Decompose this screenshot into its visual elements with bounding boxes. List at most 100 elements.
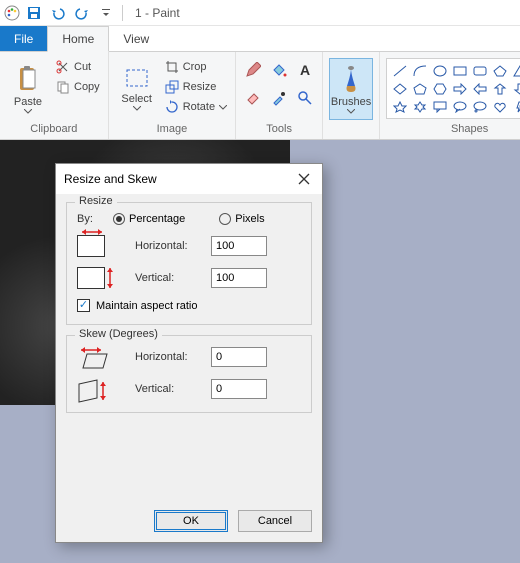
close-icon [298, 173, 310, 185]
skew-legend: Skew (Degrees) [75, 328, 162, 340]
pixels-label: Pixels [235, 213, 264, 225]
eraser-tool-icon[interactable] [242, 86, 264, 110]
resize-v-label: Vertical: [135, 272, 201, 284]
shape-triangle-icon[interactable] [511, 63, 520, 78]
separator [122, 5, 123, 21]
radio-icon [219, 213, 231, 225]
radio-icon [113, 213, 125, 225]
cut-button[interactable]: Cut [54, 58, 102, 76]
select-label: Select [121, 93, 152, 105]
shape-heart-icon[interactable] [491, 99, 508, 114]
maintain-aspect-label: Maintain aspect ratio [96, 300, 198, 312]
text-tool-icon[interactable]: A [294, 58, 316, 82]
title-bar: 1 - Paint [0, 0, 520, 26]
shape-hexagon-icon[interactable] [431, 81, 448, 96]
by-label: By: [77, 213, 103, 225]
maintain-aspect-checkbox[interactable] [77, 299, 90, 312]
rotate-icon [165, 100, 179, 114]
svg-text:A: A [300, 62, 310, 78]
resize-fieldset: Resize By: Percentage Pixels Horizonta [66, 202, 312, 325]
group-image-label: Image [157, 121, 188, 137]
shape-pentagon-icon[interactable] [411, 81, 428, 96]
ok-button[interactable]: OK [154, 510, 228, 532]
tab-view[interactable]: View [109, 26, 163, 51]
crop-icon [165, 60, 179, 74]
resize-horizontal-input[interactable] [211, 236, 267, 256]
chevron-down-icon [347, 109, 355, 114]
window-title: 1 - Paint [135, 6, 180, 20]
shape-curve-icon[interactable] [411, 63, 428, 78]
dialog-titlebar[interactable]: Resize and Skew [56, 164, 322, 194]
tab-home[interactable]: Home [47, 26, 109, 52]
redo-icon[interactable] [72, 3, 92, 23]
skew-vertical-input[interactable] [211, 379, 267, 399]
ribbon: Paste Cut Copy Clipboard Select [0, 52, 520, 140]
shapes-gallery[interactable] [386, 58, 520, 119]
shape-star6-icon[interactable] [411, 99, 428, 114]
skew-fieldset: Skew (Degrees) Horizontal: [66, 335, 312, 413]
paste-button[interactable]: Paste [6, 58, 50, 120]
group-image: Select Crop Resize Rotate Image [109, 52, 236, 139]
close-button[interactable] [294, 169, 314, 189]
chevron-down-icon [133, 106, 141, 111]
shape-arrow-l-icon[interactable] [471, 81, 488, 96]
save-icon[interactable] [24, 3, 44, 23]
resize-h-label: Horizontal: [135, 240, 201, 252]
rotate-label: Rotate [183, 101, 215, 113]
shape-arrow-u-icon[interactable] [491, 81, 508, 96]
group-tools: A Tools [236, 52, 323, 139]
qat-customize-icon[interactable] [96, 3, 116, 23]
shape-arrow-d-icon[interactable] [511, 81, 520, 96]
group-shapes: Shapes [380, 52, 520, 139]
pencil-tool-icon[interactable] [242, 58, 264, 82]
shape-rect-icon[interactable] [451, 63, 468, 78]
magnifier-tool-icon[interactable] [294, 86, 316, 110]
shape-callout-oval-icon[interactable] [451, 99, 468, 114]
cancel-button[interactable]: Cancel [238, 510, 312, 532]
percentage-radio[interactable]: Percentage [113, 213, 185, 225]
resize-button[interactable]: Resize [163, 78, 229, 96]
shape-star5-icon[interactable] [391, 99, 408, 114]
shape-oval-icon[interactable] [431, 63, 448, 78]
fill-tool-icon[interactable] [268, 58, 290, 82]
shape-arrow-r-icon[interactable] [451, 81, 468, 96]
group-clipboard-label: Clipboard [30, 121, 77, 137]
shape-diamond-icon[interactable] [391, 81, 408, 96]
resize-vertical-icon [77, 267, 105, 289]
skew-horizontal-input[interactable] [211, 347, 267, 367]
paste-label: Paste [14, 96, 42, 108]
shape-callout-cloud-icon[interactable] [471, 99, 488, 114]
percentage-label: Percentage [129, 213, 185, 225]
shape-line-icon[interactable] [391, 63, 408, 78]
crop-label: Crop [183, 61, 207, 73]
skew-v-label: Vertical: [135, 383, 201, 395]
crop-button[interactable]: Crop [163, 58, 229, 76]
select-button[interactable]: Select [115, 58, 159, 120]
group-shapes-label: Shapes [451, 121, 488, 137]
pixels-radio[interactable]: Pixels [219, 213, 264, 225]
skew-horizontal-icon [77, 346, 105, 368]
resize-vertical-input[interactable] [211, 268, 267, 288]
group-tools-label: Tools [266, 121, 292, 137]
app-icon [4, 5, 20, 21]
shape-lightning-icon[interactable] [511, 99, 520, 114]
picker-tool-icon[interactable] [268, 86, 290, 110]
brushes-button[interactable]: Brushes [329, 58, 373, 120]
shape-callout-rect-icon[interactable] [431, 99, 448, 114]
group-clipboard: Paste Cut Copy Clipboard [0, 52, 109, 139]
shape-polygon-icon[interactable] [491, 63, 508, 78]
resize-icon [165, 80, 179, 94]
undo-icon[interactable] [48, 3, 68, 23]
skew-h-label: Horizontal: [135, 351, 201, 363]
chevron-down-icon [24, 109, 32, 114]
tab-file[interactable]: File [0, 26, 47, 51]
ribbon-tabs: File Home View [0, 26, 520, 52]
copy-button[interactable]: Copy [54, 78, 102, 96]
brushes-label: Brushes [331, 96, 371, 108]
resize-horizontal-icon [77, 235, 105, 257]
group-brushes: Brushes [323, 52, 380, 139]
chevron-down-icon [219, 105, 227, 110]
copy-icon [56, 80, 70, 94]
shape-roundrect-icon[interactable] [471, 63, 488, 78]
rotate-button[interactable]: Rotate [163, 98, 229, 116]
